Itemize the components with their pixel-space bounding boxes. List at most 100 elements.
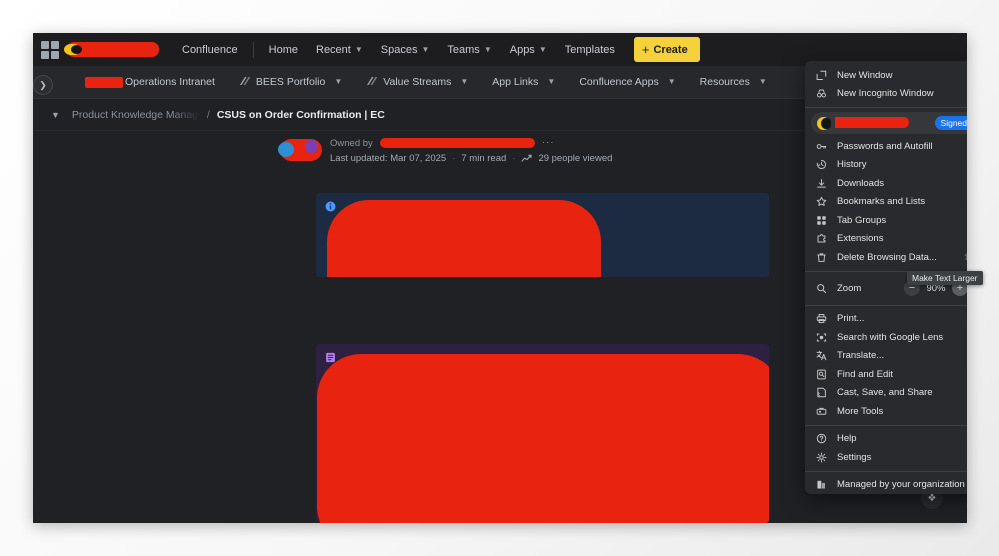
menu-divider (805, 470, 967, 472)
menu-item-passwords-and-autofill[interactable]: Passwords and Autofill › (805, 137, 967, 156)
info-icon (325, 201, 336, 212)
menu-item-search-with-google-lens[interactable]: Search with Google Lens (805, 328, 967, 347)
topnav-link-templates[interactable]: Templates (556, 40, 624, 60)
menu-item-new-window[interactable]: New Window ⌘N (805, 66, 967, 85)
chevron-down-icon: ▼ (334, 76, 343, 86)
topnav-link-recent[interactable]: Recent ▼ (307, 40, 372, 60)
menu-item-print[interactable]: Print... ⌘P (805, 310, 967, 329)
brand-logo-redacted[interactable] (64, 42, 159, 57)
space-icon-redacted (85, 76, 123, 88)
cast-icon (815, 387, 827, 398)
menu-item-translate[interactable]: Translate... (805, 347, 967, 366)
chevron-down-icon: ▼ (538, 44, 547, 54)
menu-item-new-incognito-window[interactable]: New Incognito Window ⇧⌘N (805, 85, 967, 104)
topnav-label: Recent (316, 43, 351, 56)
topnav-link-home[interactable]: Home (260, 40, 307, 60)
analytics-icon (521, 154, 532, 162)
extensions-icon (815, 233, 827, 244)
menu-item-extensions[interactable]: Extensions › (805, 230, 967, 249)
menu-item-bookmarks-and-lists[interactable]: Bookmarks and Lists › (805, 193, 967, 212)
download-icon (815, 178, 827, 189)
chevron-down-icon: ▼ (354, 44, 363, 54)
incognito-icon (815, 88, 827, 99)
plus-icon: + (641, 42, 650, 57)
topnav-label: Confluence (182, 43, 238, 56)
read-time: 7 min read (461, 153, 507, 164)
note-panel (316, 344, 769, 523)
breadcrumb-parent[interactable]: Product Knowledge Management (72, 109, 200, 121)
meta-separator: · (452, 153, 456, 164)
translate-icon (815, 350, 827, 361)
space-nav-item-confluence-apps[interactable]: Confluence Apps ▼ (567, 71, 687, 93)
menu-item-delete-browsing-data[interactable]: Delete Browsing Data... ⇧⌘⌫ (805, 248, 967, 267)
gear-icon (815, 452, 827, 463)
topnav-label: Teams (447, 43, 480, 56)
space-nav-item-resources[interactable]: Resources ▼ (688, 71, 779, 93)
meta-separator: · (512, 153, 516, 164)
space-nav-item-bees-portfolio[interactable]: BEES Portfolio ▼ (227, 71, 354, 93)
magnifier-icon (815, 283, 827, 294)
menu-item-help[interactable]: Help › (805, 430, 967, 449)
topnav-link-confluence[interactable]: Confluence (173, 40, 247, 60)
zoom-label: Zoom (837, 282, 862, 294)
building-icon (815, 479, 827, 490)
menu-item-label: Delete Browsing Data... (837, 251, 937, 263)
status-badge: Signed in (934, 116, 967, 130)
chevron-down-icon: ▼ (483, 44, 492, 54)
menu-item-label: Settings (837, 451, 872, 463)
menu-item-label: New Incognito Window (837, 88, 934, 100)
lens-icon (815, 332, 827, 343)
history-icon (815, 159, 827, 170)
page-byline: Owned by ··· Last updated: Mar 07, 2025 … (278, 137, 612, 164)
chevron-down-icon: ▼ (460, 76, 469, 86)
create-button[interactable]: + Create (633, 37, 700, 62)
create-button-label: Create (653, 43, 688, 56)
tools-icon (815, 406, 827, 417)
menu-item-label: Managed by your organization (837, 479, 965, 491)
menu-item-settings[interactable]: Settings ⌘, (805, 448, 967, 467)
view-count: 29 people viewed (538, 153, 613, 164)
topnav-link-spaces[interactable]: Spaces ▼ (372, 40, 439, 60)
space-nav-item-value-streams[interactable]: Value Streams ▼ (354, 71, 480, 93)
find-icon (815, 369, 827, 380)
menu-item-label: Translate... (837, 350, 885, 362)
profile-row[interactable]: BEES) Signed in › (811, 112, 967, 134)
profile-name-wrap: BEES) (835, 116, 935, 130)
menu-item-tab-groups[interactable]: Tab Groups › (805, 211, 967, 230)
space-nav-item-operations-intranet[interactable]: Operations Intranet (73, 71, 227, 93)
topnav-divider (252, 41, 254, 58)
menu-item-label: New Window (837, 69, 893, 81)
topnav-link-teams[interactable]: Teams ▼ (438, 40, 500, 60)
note-panel-content-redacted (317, 354, 769, 523)
menu-item-label: Print... (837, 313, 865, 325)
menu-item-downloads[interactable]: Downloads ⌥⌘L (805, 174, 967, 193)
sidebar-expand-button[interactable]: ❯ (33, 75, 53, 95)
menu-item-managed-by-your-organization[interactable]: Managed by your organization (805, 476, 967, 495)
page-meta: Last updated: Mar 07, 2025 · 7 min read … (330, 153, 612, 164)
info-panel (316, 193, 769, 277)
zoom-in-tooltip: Make Text Larger (907, 271, 983, 285)
menu-item-more-tools[interactable]: More Tools › (805, 402, 967, 421)
value-streams-icon (367, 77, 378, 85)
menu-item-find-and-edit[interactable]: Find and Edit › (805, 365, 967, 384)
topnav-link-apps[interactable]: Apps ▼ (501, 40, 556, 60)
space-nav-label: App Links (492, 76, 539, 88)
breadcrumb-separator: / (206, 108, 210, 121)
chevron-down-icon[interactable]: ▼ (51, 110, 60, 120)
topnav-label: Apps (509, 43, 535, 56)
owner-name-redacted (380, 138, 535, 148)
menu-item-history[interactable]: History › (805, 156, 967, 175)
menu-item-cast-save-and-share[interactable]: Cast, Save, and Share › (805, 384, 967, 403)
space-nav-item-app-links[interactable]: App Links ▼ (480, 71, 567, 93)
menu-item-label: Extensions (837, 233, 884, 245)
printer-icon (815, 313, 827, 324)
menu-item-label: History (837, 159, 867, 171)
topnav-label: Spaces (380, 43, 418, 56)
grid-icon[interactable] (41, 40, 59, 59)
menu-divider (805, 424, 967, 426)
more-actions-icon[interactable]: ··· (542, 137, 555, 148)
chevron-down-icon: ▼ (758, 76, 767, 86)
avatar-redacted (278, 139, 322, 161)
screenshot-root: Confluence Home Recent ▼ Spaces ▼ Teams ▼ A… (0, 0, 999, 556)
menu-item-label: Tab Groups (837, 214, 887, 226)
